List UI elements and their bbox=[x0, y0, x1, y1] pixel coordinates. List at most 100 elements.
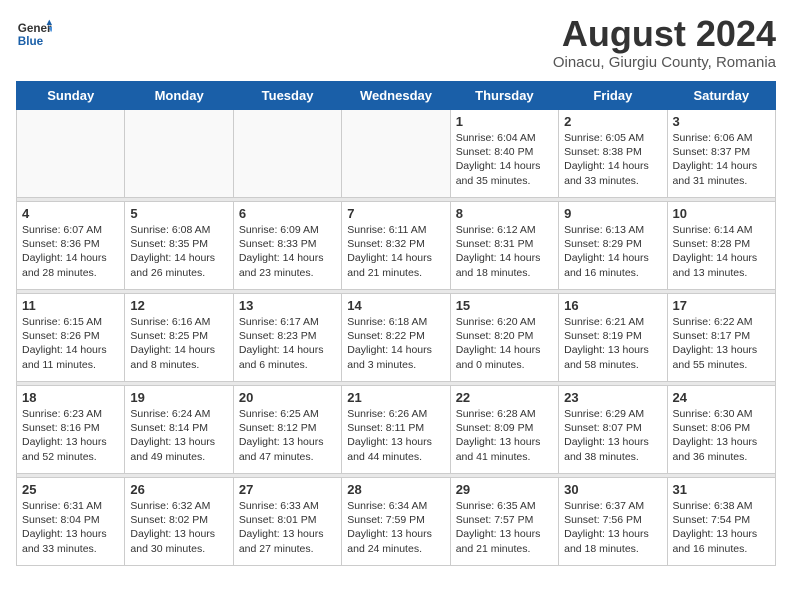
day-number: 16 bbox=[564, 298, 661, 313]
day-number: 26 bbox=[130, 482, 227, 497]
day-number: 25 bbox=[22, 482, 119, 497]
day-info: Sunrise: 6:13 AM Sunset: 8:29 PM Dayligh… bbox=[564, 223, 661, 280]
day-info: Sunrise: 6:12 AM Sunset: 8:31 PM Dayligh… bbox=[456, 223, 553, 280]
day-info: Sunrise: 6:18 AM Sunset: 8:22 PM Dayligh… bbox=[347, 315, 444, 372]
day-number: 12 bbox=[130, 298, 227, 313]
calendar-cell: 17 Sunrise: 6:22 AM Sunset: 8:17 PM Dayli… bbox=[667, 294, 775, 382]
day-number: 15 bbox=[456, 298, 553, 313]
day-number: 24 bbox=[673, 390, 770, 405]
day-info: Sunrise: 6:08 AM Sunset: 8:35 PM Dayligh… bbox=[130, 223, 227, 280]
calendar-cell: 23 Sunrise: 6:29 AM Sunset: 8:07 PM Dayli… bbox=[559, 386, 667, 474]
day-number: 1 bbox=[456, 114, 553, 129]
calendar-cell: 1 Sunrise: 6:04 AM Sunset: 8:40 PM Daylig… bbox=[450, 110, 558, 198]
logo-icon: General Blue bbox=[16, 16, 52, 52]
day-number: 29 bbox=[456, 482, 553, 497]
day-info: Sunrise: 6:38 AM Sunset: 7:54 PM Dayligh… bbox=[673, 499, 770, 556]
day-number: 21 bbox=[347, 390, 444, 405]
calendar-cell: 21 Sunrise: 6:26 AM Sunset: 8:11 PM Dayli… bbox=[342, 386, 450, 474]
day-number: 20 bbox=[239, 390, 336, 405]
calendar-cell: 30Sunrise: 6:37 AM Sunset: 7:56 PM Dayli… bbox=[559, 478, 667, 566]
calendar-cell: 18 Sunrise: 6:23 AM Sunset: 8:16 PM Dayli… bbox=[17, 386, 125, 474]
day-info: Sunrise: 6:29 AM Sunset: 8:07 PM Dayligh… bbox=[564, 407, 661, 464]
calendar-cell: 22Sunrise: 6:28 AM Sunset: 8:09 PM Dayli… bbox=[450, 386, 558, 474]
calendar-cell: 29 Sunrise: 6:35 AM Sunset: 7:57 PM Dayli… bbox=[450, 478, 558, 566]
day-info: Sunrise: 6:35 AM Sunset: 7:57 PM Dayligh… bbox=[456, 499, 553, 556]
week-row-2: 4 Sunrise: 6:07 AM Sunset: 8:36 PM Daylig… bbox=[17, 202, 776, 290]
calendar-cell: 4 Sunrise: 6:07 AM Sunset: 8:36 PM Daylig… bbox=[17, 202, 125, 290]
day-number: 17 bbox=[673, 298, 770, 313]
calendar-cell: 27Sunrise: 6:33 AM Sunset: 8:01 PM Dayli… bbox=[233, 478, 341, 566]
day-info: Sunrise: 6:34 AM Sunset: 7:59 PM Dayligh… bbox=[347, 499, 444, 556]
calendar-cell: 12 Sunrise: 6:16 AM Sunset: 8:25 PM Dayli… bbox=[125, 294, 233, 382]
week-row-5: 25Sunrise: 6:31 AM Sunset: 8:04 PM Dayli… bbox=[17, 478, 776, 566]
day-info: Sunrise: 6:21 AM Sunset: 8:19 PM Dayligh… bbox=[564, 315, 661, 372]
day-number: 10 bbox=[673, 206, 770, 221]
weekday-header-monday: Monday bbox=[125, 82, 233, 110]
calendar-cell: 3 Sunrise: 6:06 AM Sunset: 8:37 PM Daylig… bbox=[667, 110, 775, 198]
logo: General Blue bbox=[16, 16, 52, 52]
day-number: 5 bbox=[130, 206, 227, 221]
day-number: 14 bbox=[347, 298, 444, 313]
calendar-table: SundayMondayTuesdayWednesdayThursdayFrid… bbox=[16, 81, 776, 566]
day-number: 13 bbox=[239, 298, 336, 313]
calendar-cell: 9 Sunrise: 6:13 AM Sunset: 8:29 PM Daylig… bbox=[559, 202, 667, 290]
calendar-cell: 31 Sunrise: 6:38 AM Sunset: 7:54 PM Dayli… bbox=[667, 478, 775, 566]
day-info: Sunrise: 6:09 AM Sunset: 8:33 PM Dayligh… bbox=[239, 223, 336, 280]
calendar-cell: 13 Sunrise: 6:17 AM Sunset: 8:23 PM Dayli… bbox=[233, 294, 341, 382]
page-header: General Blue August 2024 Oinacu, Giurgiu… bbox=[16, 16, 776, 71]
day-info: Sunrise: 6:24 AM Sunset: 8:14 PM Dayligh… bbox=[130, 407, 227, 464]
day-info: Sunrise: 6:06 AM Sunset: 8:37 PM Dayligh… bbox=[673, 131, 770, 188]
day-number: 11 bbox=[22, 298, 119, 313]
title-block: August 2024 Oinacu, Giurgiu County, Roma… bbox=[553, 16, 776, 71]
day-number: 27 bbox=[239, 482, 336, 497]
day-number: 7 bbox=[347, 206, 444, 221]
day-number: 6 bbox=[239, 206, 336, 221]
day-info: Sunrise: 6:15 AM Sunset: 8:26 PM Dayligh… bbox=[22, 315, 119, 372]
calendar-cell bbox=[125, 110, 233, 198]
day-info: Sunrise: 6:07 AM Sunset: 8:36 PM Dayligh… bbox=[22, 223, 119, 280]
weekday-header-sunday: Sunday bbox=[17, 82, 125, 110]
day-info: Sunrise: 6:16 AM Sunset: 8:25 PM Dayligh… bbox=[130, 315, 227, 372]
day-info: Sunrise: 6:20 AM Sunset: 8:20 PM Dayligh… bbox=[456, 315, 553, 372]
day-info: Sunrise: 6:05 AM Sunset: 8:38 PM Dayligh… bbox=[564, 131, 661, 188]
calendar-cell: 26Sunrise: 6:32 AM Sunset: 8:02 PM Dayli… bbox=[125, 478, 233, 566]
calendar-cell: 19Sunrise: 6:24 AM Sunset: 8:14 PM Dayli… bbox=[125, 386, 233, 474]
calendar-cell bbox=[342, 110, 450, 198]
weekday-header-friday: Friday bbox=[559, 82, 667, 110]
day-number: 3 bbox=[673, 114, 770, 129]
day-number: 4 bbox=[22, 206, 119, 221]
svg-text:General: General bbox=[18, 22, 52, 35]
svg-text:Blue: Blue bbox=[18, 35, 44, 48]
day-info: Sunrise: 6:04 AM Sunset: 8:40 PM Dayligh… bbox=[456, 131, 553, 188]
calendar-cell: 15 Sunrise: 6:20 AM Sunset: 8:20 PM Dayli… bbox=[450, 294, 558, 382]
day-number: 9 bbox=[564, 206, 661, 221]
calendar-cell: 28 Sunrise: 6:34 AM Sunset: 7:59 PM Dayli… bbox=[342, 478, 450, 566]
calendar-cell: 11 Sunrise: 6:15 AM Sunset: 8:26 PM Dayli… bbox=[17, 294, 125, 382]
day-info: Sunrise: 6:25 AM Sunset: 8:12 PM Dayligh… bbox=[239, 407, 336, 464]
calendar-cell: 14 Sunrise: 6:18 AM Sunset: 8:22 PM Dayli… bbox=[342, 294, 450, 382]
calendar-cell: 8 Sunrise: 6:12 AM Sunset: 8:31 PM Daylig… bbox=[450, 202, 558, 290]
day-number: 28 bbox=[347, 482, 444, 497]
day-info: Sunrise: 6:14 AM Sunset: 8:28 PM Dayligh… bbox=[673, 223, 770, 280]
day-info: Sunrise: 6:28 AM Sunset: 8:09 PM Dayligh… bbox=[456, 407, 553, 464]
location: Oinacu, Giurgiu County, Romania bbox=[553, 54, 776, 71]
day-number: 23 bbox=[564, 390, 661, 405]
day-number: 18 bbox=[22, 390, 119, 405]
day-number: 8 bbox=[456, 206, 553, 221]
day-info: Sunrise: 6:23 AM Sunset: 8:16 PM Dayligh… bbox=[22, 407, 119, 464]
day-info: Sunrise: 6:37 AM Sunset: 7:56 PM Dayligh… bbox=[564, 499, 661, 556]
weekday-header-tuesday: Tuesday bbox=[233, 82, 341, 110]
calendar-cell: 20 Sunrise: 6:25 AM Sunset: 8:12 PM Dayli… bbox=[233, 386, 341, 474]
week-row-1: 1 Sunrise: 6:04 AM Sunset: 8:40 PM Daylig… bbox=[17, 110, 776, 198]
calendar-cell: 7 Sunrise: 6:11 AM Sunset: 8:32 PM Daylig… bbox=[342, 202, 450, 290]
calendar-cell: 2 Sunrise: 6:05 AM Sunset: 8:38 PM Daylig… bbox=[559, 110, 667, 198]
day-info: Sunrise: 6:17 AM Sunset: 8:23 PM Dayligh… bbox=[239, 315, 336, 372]
day-info: Sunrise: 6:22 AM Sunset: 8:17 PM Dayligh… bbox=[673, 315, 770, 372]
day-info: Sunrise: 6:11 AM Sunset: 8:32 PM Dayligh… bbox=[347, 223, 444, 280]
day-number: 2 bbox=[564, 114, 661, 129]
day-info: Sunrise: 6:30 AM Sunset: 8:06 PM Dayligh… bbox=[673, 407, 770, 464]
day-number: 31 bbox=[673, 482, 770, 497]
day-info: Sunrise: 6:26 AM Sunset: 8:11 PM Dayligh… bbox=[347, 407, 444, 464]
calendar-cell: 10 Sunrise: 6:14 AM Sunset: 8:28 PM Dayli… bbox=[667, 202, 775, 290]
calendar-cell: 6 Sunrise: 6:09 AM Sunset: 8:33 PM Daylig… bbox=[233, 202, 341, 290]
